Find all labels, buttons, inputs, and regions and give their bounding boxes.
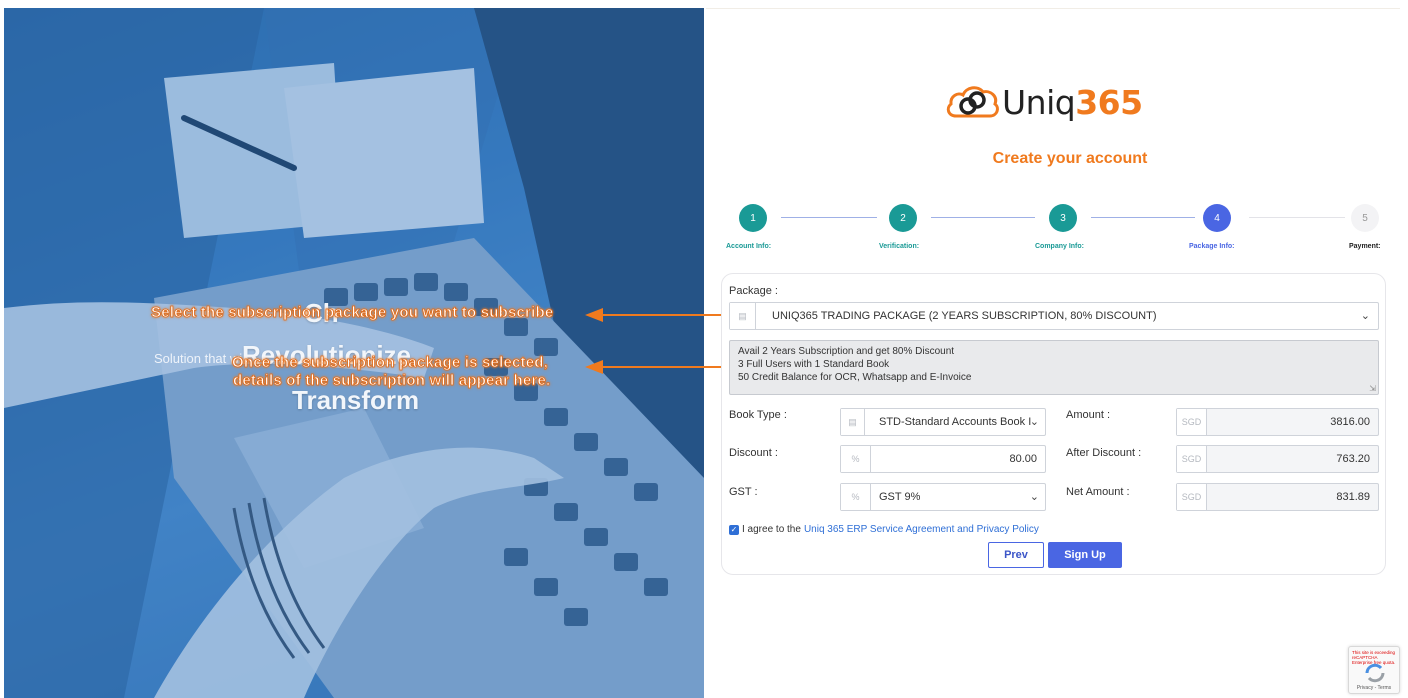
service-agreement-link[interactable]: Uniq 365 ERP Service Agreement and Priva… xyxy=(804,524,1039,535)
step-3-label: Company Info: xyxy=(1035,243,1084,250)
amount-currency: SGD xyxy=(1177,409,1207,435)
brand-logo: Uniq365 xyxy=(944,78,1174,126)
net-amount-value: 831.89 xyxy=(1336,491,1370,503)
package-detail-line: 50 Credit Balance for OCR, Whatsapp and … xyxy=(738,372,972,383)
top-divider xyxy=(706,8,1400,9)
book-type-label: Book Type : xyxy=(729,409,787,421)
agreement-row: ✓ I agree to the Uniq 365 ERP Service Ag… xyxy=(729,524,1039,535)
step-connector xyxy=(931,217,1035,218)
agree-checkbox[interactable]: ✓ xyxy=(729,524,739,535)
page-title: Create your account xyxy=(992,150,1148,167)
net-amount-label: Net Amount : xyxy=(1066,486,1130,498)
resize-handle-icon[interactable]: ⇲ xyxy=(1369,384,1376,393)
brand-name-plain: Uniq xyxy=(1002,82,1076,122)
step-connector xyxy=(1249,217,1345,218)
gst-select[interactable]: % GST 9% ⌄ xyxy=(840,483,1046,511)
after-discount-currency: SGD xyxy=(1177,446,1207,472)
agree-text: I agree to the xyxy=(742,524,801,535)
recaptcha-icon xyxy=(1365,663,1385,683)
discount-value: 80.00 xyxy=(1009,453,1037,465)
step-1-circle: 1 xyxy=(739,204,767,232)
signup-page: Ch Solution that wi Revolutionize Transf… xyxy=(0,0,1408,698)
step-5-label: Payment: xyxy=(1349,243,1381,250)
cloud-link-icon xyxy=(946,86,999,118)
prev-button[interactable]: Prev xyxy=(988,542,1044,568)
gst-value: GST 9% xyxy=(879,491,921,503)
net-amount-currency: SGD xyxy=(1177,484,1207,510)
book-icon: ▤ xyxy=(730,303,756,329)
step-connector xyxy=(1091,217,1195,218)
discount-field[interactable]: % 80.00 xyxy=(840,445,1046,473)
amount-label: Amount : xyxy=(1066,409,1111,421)
package-detail-line: Avail 2 Years Subscription and get 80% D… xyxy=(738,346,955,357)
package-label: Package : xyxy=(729,285,778,297)
amount-field[interactable]: SGD 3816.00 xyxy=(1176,408,1379,436)
net-amount-field[interactable]: SGD 831.89 xyxy=(1176,483,1379,511)
step-4-circle: 4 xyxy=(1203,204,1231,232)
discount-percent-addon: % xyxy=(841,446,871,472)
after-discount-value: 763.20 xyxy=(1336,453,1370,465)
step-1-label: Account Info: xyxy=(726,243,772,250)
amount-value: 3816.00 xyxy=(1330,416,1370,428)
gst-label: GST : xyxy=(729,486,758,498)
package-select[interactable]: ▤ UNIQ365 TRADING PACKAGE (2 YEARS SUBSC… xyxy=(729,302,1379,330)
sign-up-button[interactable]: Sign Up xyxy=(1048,542,1122,568)
discount-label: Discount : xyxy=(729,447,778,459)
chevron-down-icon: ⌄ xyxy=(1029,490,1039,503)
step-2-label: Verification: xyxy=(879,243,920,250)
book-type-select[interactable]: ▤ STD-Standard Accounts Book I ⌄ xyxy=(840,408,1046,436)
gst-percent-addon: % xyxy=(841,484,871,510)
recaptcha-badge[interactable]: This site is exceeding reCAPTCHA Enterpr… xyxy=(1348,646,1400,694)
arrowhead-details xyxy=(585,360,603,374)
package-detail-line: 3 Full Users with 1 Standard Book xyxy=(738,359,890,370)
step-5-circle: 5 xyxy=(1351,204,1379,232)
after-discount-field[interactable]: SGD 763.20 xyxy=(1176,445,1379,473)
step-4-label: Package Info: xyxy=(1189,243,1235,250)
package-details-textarea[interactable]: Avail 2 Years Subscription and get 80% D… xyxy=(729,340,1379,395)
recaptcha-terms[interactable]: Privacy - Terms xyxy=(1349,685,1399,691)
brand-name-accent: 365 xyxy=(1075,82,1143,122)
book-type-value: STD-Standard Accounts Book I xyxy=(879,416,1032,428)
arrowhead-package xyxy=(585,308,603,322)
chevron-down-icon: ⌄ xyxy=(1360,309,1370,322)
brand-name: Uniq365 xyxy=(1002,83,1143,122)
after-discount-label: After Discount : xyxy=(1066,447,1142,459)
chevron-down-icon: ⌄ xyxy=(1029,415,1039,428)
package-select-value: UNIQ365 TRADING PACKAGE (2 YEARS SUBSCRI… xyxy=(772,310,1157,322)
book-icon: ▤ xyxy=(841,409,865,435)
step-connector xyxy=(781,217,877,218)
step-2-circle: 2 xyxy=(889,204,917,232)
step-3-circle: 3 xyxy=(1049,204,1077,232)
